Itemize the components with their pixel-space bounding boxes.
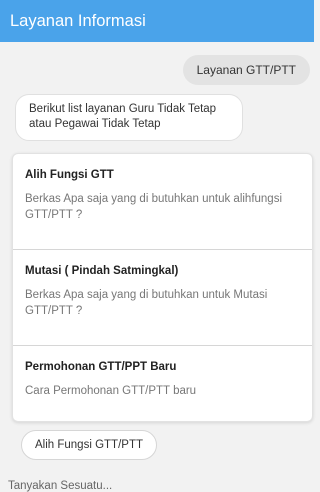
service-card-alih-fungsi[interactable]: Alih Fungsi GTT Berkas Apa saja yang di … [13,154,312,249]
message-input[interactable]: Tanyakan Sesuatu... [8,480,112,492]
quick-reply-button[interactable]: Alih Fungsi GTT/PTT [21,430,157,460]
bot-message-bubble: Berikut list layanan Guru Tidak Tetap at… [15,94,243,141]
card-title: Mutasi ( Pindah Satmingkal) [25,265,179,277]
card-title: Permohonan GTT/PPT Baru [25,361,177,373]
header-title: Layanan Informasi [10,11,146,30]
card-description: Berkas Apa saja yang di butuhkan untuk M… [25,289,268,317]
app-header: Layanan Informasi [0,0,314,42]
service-card-mutasi[interactable]: Mutasi ( Pindah Satmingkal) Berkas Apa s… [13,249,312,345]
service-card-permohonan[interactable]: Permohonan GTT/PPT Baru Cara Permohonan … [13,345,312,421]
card-title: Alih Fungsi GTT [25,169,114,181]
card-description: Cara Permohonan GTT/PTT baru [25,385,197,397]
user-message-bubble: Layanan GTT/PTT [182,55,310,85]
service-card-list: Alih Fungsi GTT Berkas Apa saja yang di … [12,153,313,422]
card-description: Berkas Apa saja yang di butuhkan untuk a… [25,193,283,221]
